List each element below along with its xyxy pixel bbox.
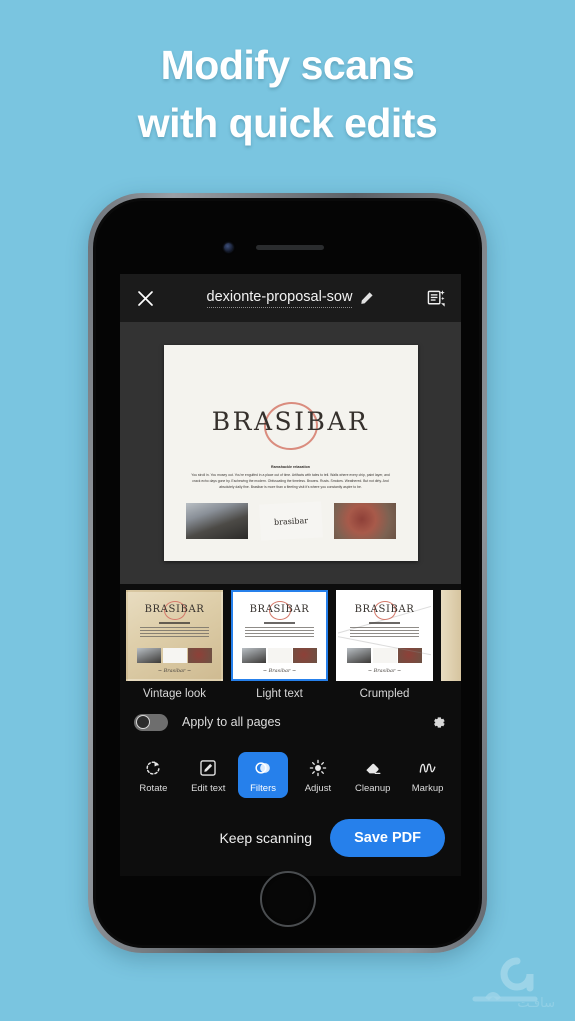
filter-item-vintage-look[interactable]: BRASIBAR ~ Brasibar ~ Vintage look <box>126 590 223 700</box>
tool-label: Adjust <box>304 783 332 794</box>
thumb-logo: BRASIBAR <box>249 604 310 615</box>
app-top-bar: dexionte-proposal-sow <box>120 274 461 322</box>
apply-to-all-toggle[interactable] <box>134 713 168 731</box>
promo-headline: Modify scans with quick edits <box>0 36 575 152</box>
filter-thumb-partial-right[interactable] <box>441 590 461 681</box>
front-camera-icon <box>224 243 233 252</box>
gear-icon[interactable] <box>430 714 447 731</box>
filter-label: Vintage look <box>142 688 207 700</box>
tool-label: Rotate <box>139 783 168 794</box>
scanned-page[interactable]: BRASIBAR Ramshackle relaxation You strol… <box>163 345 418 561</box>
apply-to-all-row: Apply to all pages <box>120 700 461 744</box>
filter-thumbnail[interactable]: BRASIBAR ~ Brasibar ~ <box>231 590 328 681</box>
edit-text-icon <box>199 757 217 779</box>
watermark-logo: سافـت <box>465 955 561 1013</box>
filter-thumbnail[interactable]: BRASIBAR ~ Brasibar ~ <box>336 590 433 681</box>
bottom-action-bar: Keep scanning Save PDF <box>120 806 461 876</box>
document-sparkle-icon[interactable] <box>423 285 449 311</box>
thumb-lines <box>140 622 209 639</box>
tool-cleanup[interactable]: Cleanup <box>348 752 398 798</box>
earpiece-speaker <box>256 245 324 250</box>
thumb-images <box>137 648 212 663</box>
markup-icon <box>418 757 438 779</box>
tool-label: Filters <box>250 783 276 794</box>
apply-to-all-label: Apply to all pages <box>182 715 281 729</box>
page-logo-text: BRASIBAR <box>211 407 370 436</box>
tool-filters[interactable]: Filters <box>238 752 289 798</box>
filters-icon <box>254 757 272 779</box>
thumb-logo: BRASIBAR <box>144 604 205 615</box>
pencil-icon[interactable] <box>360 291 374 305</box>
filter-item-light-text[interactable]: BRASIBAR ~ Brasibar ~ Light text <box>231 590 328 700</box>
thumb-logo: BRASIBAR <box>354 604 415 615</box>
toggle-knob <box>136 715 150 729</box>
phone-mockup: dexionte-proposal-sow BRASIBAR Ramshackl… <box>88 193 487 953</box>
app-screen: dexionte-proposal-sow BRASIBAR Ramshackl… <box>120 274 461 876</box>
thumb-preview: BRASIBAR ~ Brasibar ~ <box>233 592 326 679</box>
watermark-text: سافـت <box>517 996 555 1011</box>
eraser-icon <box>364 757 382 779</box>
tool-label: Cleanup <box>355 783 391 794</box>
page-body-text: You stroll in. You mosey out. You're eng… <box>191 473 390 489</box>
page-image-2: brasibar <box>258 501 323 541</box>
save-pdf-button[interactable]: Save PDF <box>330 819 445 857</box>
tool-rotate[interactable]: Rotate <box>128 752 178 798</box>
filter-list: BRASIBAR ~ Brasibar ~ Vintage look BRASI… <box>120 590 461 700</box>
tool-label: Edit text <box>191 783 226 794</box>
filter-filmstrip[interactable]: BRASIBAR ~ Brasibar ~ Vintage look BRASI… <box>120 584 461 700</box>
tool-markup[interactable]: Markup <box>403 752 453 798</box>
close-x-icon[interactable] <box>132 285 158 311</box>
filter-label: Light text <box>256 688 303 700</box>
headline-line-2: with quick edits <box>137 100 438 147</box>
phone-inner-frame: dexionte-proposal-sow BRASIBAR Ramshackl… <box>93 198 482 948</box>
editing-toolbar: Rotate Edit text Filters Adjust Cleanup … <box>120 744 461 806</box>
filter-item-crumpled[interactable]: BRASIBAR ~ Brasibar ~ Crumpled <box>336 590 433 700</box>
filter-label: Crumpled <box>359 688 410 700</box>
rotate-icon <box>144 757 162 779</box>
thumb-preview: BRASIBAR ~ Brasibar ~ <box>128 592 221 679</box>
tool-adjust[interactable]: Adjust <box>293 752 343 798</box>
tool-label: Markup <box>411 783 444 794</box>
tool-edit-text[interactable]: Edit text <box>183 752 233 798</box>
thumb-lines <box>350 622 419 639</box>
thumb-signature: ~ Brasibar ~ <box>367 668 402 674</box>
keep-scanning-button[interactable]: Keep scanning <box>219 830 312 846</box>
phone-bezel: dexionte-proposal-sow BRASIBAR Ramshackl… <box>96 201 479 945</box>
page-image-1 <box>185 503 248 539</box>
brightness-icon <box>309 757 327 779</box>
home-button[interactable] <box>259 871 316 927</box>
document-title-group[interactable]: dexionte-proposal-sow <box>158 289 423 308</box>
thumb-images <box>242 648 317 663</box>
thumb-signature: ~ Brasibar ~ <box>157 668 192 674</box>
thumb-lines <box>245 622 314 639</box>
document-preview-area[interactable]: BRASIBAR Ramshackle relaxation You strol… <box>120 322 461 584</box>
page-heading: Ramshackle relaxation <box>271 465 310 469</box>
filter-thumbnail[interactable]: BRASIBAR ~ Brasibar ~ <box>126 590 223 681</box>
page-image-row: brasibar <box>185 501 396 541</box>
thumb-signature: ~ Brasibar ~ <box>262 668 297 674</box>
thumb-preview: BRASIBAR ~ Brasibar ~ <box>338 592 431 679</box>
headline-line-1: Modify scans <box>160 42 415 88</box>
document-title[interactable]: dexionte-proposal-sow <box>206 289 353 308</box>
thumb-images <box>347 648 422 663</box>
page-image-3 <box>333 503 396 539</box>
